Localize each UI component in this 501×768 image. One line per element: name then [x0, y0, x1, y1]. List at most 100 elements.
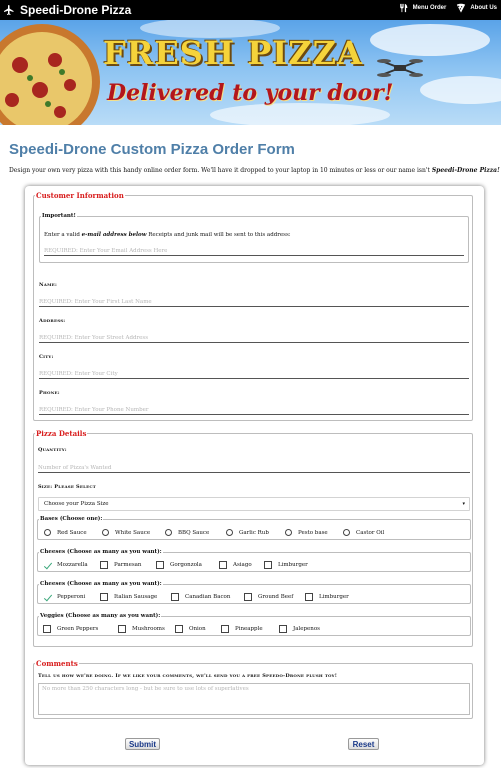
size-select[interactable]: Choose your Pizza Size ▾	[38, 497, 470, 511]
veggie-option[interactable]: Onion	[175, 625, 221, 633]
nav-menu-order[interactable]: Menu Order	[399, 3, 447, 13]
base-option[interactable]: BBQ Sauce	[165, 529, 226, 536]
important-text-pre: Enter a valid	[44, 232, 80, 238]
checkbox[interactable]	[264, 561, 272, 569]
address-label: Address:	[39, 318, 66, 324]
radio-button[interactable]	[285, 529, 292, 536]
nav-menu-order-label: Menu Order	[412, 5, 447, 11]
meat-label: Canadian Bacon	[185, 594, 231, 600]
cheese-option[interactable]: Parmesan	[100, 561, 156, 569]
cheese-label: Parmesan	[114, 562, 142, 568]
veggies-legend: Veggies (Choose as many as you want):	[40, 613, 161, 619]
bases-options: Red Sauce White Sauce BBQ Sauce Garlic R…	[44, 529, 384, 536]
comments-textarea[interactable]	[38, 683, 470, 715]
radio-button[interactable]	[44, 529, 51, 536]
checkbox[interactable]	[244, 593, 252, 601]
radio-button[interactable]	[226, 529, 233, 536]
reset-button[interactable]: Reset	[348, 738, 379, 750]
meat-label: Ground Beef	[258, 594, 294, 600]
veggie-option[interactable]: Jalepenos	[279, 625, 320, 633]
cheeses-options: Mozzarella Parmesan Gorgonzola Asiago Li…	[43, 561, 308, 569]
checkbox-checked[interactable]	[43, 561, 51, 569]
checkbox[interactable]	[305, 593, 313, 601]
address-field[interactable]	[39, 333, 469, 343]
customer-information-section: Customer Information Important! Enter a …	[33, 191, 473, 421]
base-label: BBQ Sauce	[178, 529, 210, 536]
checkbox[interactable]	[175, 625, 183, 633]
hero-banner: FRESH PIZZA Delivered to your door!	[0, 20, 501, 125]
meat-option[interactable]: Italian Sausage	[100, 593, 171, 601]
top-navigation-bar: Speedi-Drone Pizza Menu Order About Us	[0, 0, 501, 20]
checkbox[interactable]	[100, 593, 108, 601]
intro-emphasis: Speedi-Drone Pizza!	[431, 167, 500, 174]
meat-label: Pepperoni	[57, 594, 86, 600]
base-option[interactable]: White Sauce	[102, 529, 165, 536]
checkbox[interactable]	[171, 593, 179, 601]
email-field[interactable]	[44, 246, 464, 256]
veggie-option[interactable]: Pineapple	[221, 625, 279, 633]
radio-button[interactable]	[165, 529, 172, 536]
radio-button[interactable]	[102, 529, 109, 536]
chevron-down-icon: ▾	[462, 501, 465, 507]
page-title: Speedi-Drone Custom Pizza Order Form	[9, 141, 295, 158]
veggie-label: Pineapple	[235, 626, 263, 632]
meat-option[interactable]: Ground Beef	[244, 593, 305, 601]
checkbox[interactable]	[118, 625, 126, 633]
meat-option[interactable]: Canadian Bacon	[171, 593, 244, 601]
city-field[interactable]	[39, 369, 469, 379]
main-nav: Menu Order About Us	[399, 3, 497, 13]
phone-label: Phone:	[39, 390, 60, 396]
important-text-post: Receipts and junk mail will be sent to t…	[148, 232, 291, 238]
base-option[interactable]: Pesto base	[285, 529, 343, 536]
intro-body: Design your own very pizza with this han…	[9, 167, 430, 174]
cheese-option[interactable]: Asiago	[219, 561, 264, 569]
brand[interactable]: Speedi-Drone Pizza	[3, 2, 131, 18]
phone-field[interactable]	[39, 405, 469, 415]
cheese-option[interactable]: Limburger	[264, 561, 308, 569]
meat-label: Italian Sausage	[114, 594, 158, 600]
base-label: White Sauce	[115, 529, 151, 536]
cheese-option[interactable]: Gorgonzola	[156, 561, 219, 569]
important-text-emphasis: e-mail address below	[81, 232, 147, 238]
meats-legend: Cheeses (Choose as many as you want):	[40, 581, 162, 587]
checkbox[interactable]	[100, 561, 108, 569]
veggie-option[interactable]: Mushrooms	[118, 625, 175, 633]
checkbox[interactable]	[156, 561, 164, 569]
submit-button[interactable]: Submit	[125, 738, 160, 750]
cheeses-legend: Cheeses (Choose as many as you want):	[40, 549, 162, 555]
checkbox[interactable]	[219, 561, 227, 569]
meats-options: Pepperoni Italian Sausage Canadian Bacon…	[43, 593, 349, 601]
radio-button[interactable]	[343, 529, 350, 536]
veggie-label: Mushrooms	[132, 626, 165, 632]
meat-option[interactable]: Pepperoni	[43, 593, 100, 601]
comments-legend: Comments	[36, 659, 78, 668]
name-field[interactable]	[39, 297, 469, 307]
nav-about-us[interactable]: About Us	[456, 3, 497, 13]
base-label: Garlic Rub	[239, 529, 269, 536]
name-label: Name:	[39, 282, 57, 288]
checkbox-checked[interactable]	[43, 593, 51, 601]
quantity-field[interactable]	[38, 463, 470, 473]
meat-option[interactable]: Limburger	[305, 593, 349, 601]
customer-information-legend: Customer Information	[36, 191, 124, 200]
base-option[interactable]: Castor Oil	[343, 529, 384, 536]
pizza-slice-icon	[457, 3, 466, 13]
base-option[interactable]: Garlic Rub	[226, 529, 285, 536]
cheese-label: Limburger	[278, 562, 308, 568]
base-label: Pesto base	[298, 529, 328, 536]
veggie-label: Onion	[189, 626, 206, 632]
cheese-label: Gorgonzola	[170, 562, 202, 568]
checkbox[interactable]	[43, 625, 51, 633]
checkbox[interactable]	[221, 625, 229, 633]
important-text: Enter a valid e-mail address below Recei…	[44, 232, 291, 238]
base-option[interactable]: Red Sauce	[44, 529, 102, 536]
base-label: Castor Oil	[356, 529, 385, 536]
nav-about-us-label: About Us	[470, 5, 497, 11]
checkbox[interactable]	[279, 625, 287, 633]
order-form: Customer Information Important! Enter a …	[25, 186, 484, 765]
cheese-option[interactable]: Mozzarella	[43, 561, 100, 569]
veggie-label: Jalepenos	[293, 626, 320, 632]
banner-title: FRESH PIZZA	[103, 34, 363, 72]
veggie-option[interactable]: Green Peppers	[43, 625, 118, 633]
quantity-label: Quantity:	[38, 447, 67, 453]
